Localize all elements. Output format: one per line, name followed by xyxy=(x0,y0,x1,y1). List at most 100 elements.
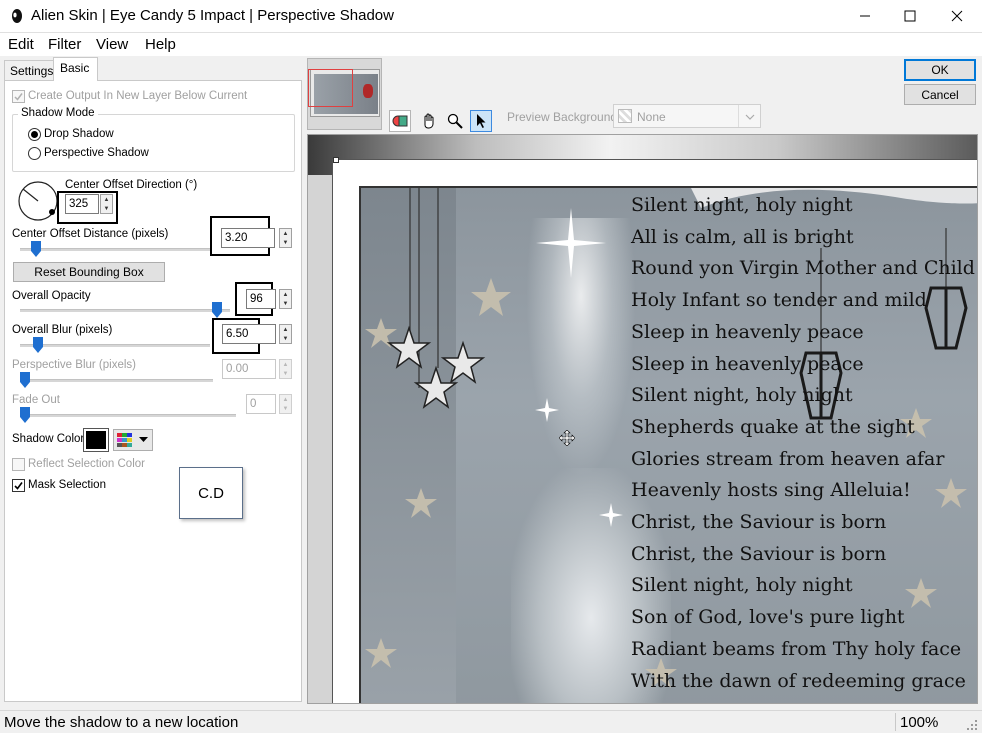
preview-background-label: Preview Background: xyxy=(507,110,621,124)
poem-line: Silent night, holy night xyxy=(631,194,853,216)
overall-blur-input[interactable]: 6.50 xyxy=(222,324,276,344)
perspective-blur-input[interactable]: 0.00 xyxy=(222,359,276,379)
ok-button[interactable]: OK xyxy=(904,59,976,81)
toggle-preview-button[interactable] xyxy=(389,110,411,132)
mask-selection-label: Mask Selection xyxy=(28,479,106,491)
poem-line: With the dawn of redeeming grace xyxy=(631,669,966,692)
center-offset-distance-input[interactable]: 3.20 xyxy=(221,228,275,248)
overall-blur-spinner[interactable]: ▲ ▼ xyxy=(279,324,292,344)
shadow-mode-group xyxy=(12,114,295,172)
perspective-blur-spinner[interactable]: ▲ ▼ xyxy=(279,359,292,379)
transparency-swatch-icon xyxy=(618,109,632,123)
status-bar: Move the shadow to a new location 100% xyxy=(0,710,982,733)
maximize-icon xyxy=(904,10,916,22)
resize-grip-icon[interactable] xyxy=(966,719,978,731)
zoom-tool-button[interactable] xyxy=(444,110,466,132)
basic-settings-panel xyxy=(4,80,302,702)
center-offset-direction-input[interactable]: 325 xyxy=(65,194,99,214)
tab-settings[interactable]: Settings xyxy=(4,60,54,80)
poem-line: Christ, the Saviour is born xyxy=(631,511,887,534)
poem-line: Radiant beams from Thy holy face xyxy=(631,637,962,660)
status-divider xyxy=(895,713,896,731)
center-offset-distance-slider[interactable] xyxy=(30,241,41,257)
minimize-button[interactable] xyxy=(842,0,888,32)
perspective-blur-label: Perspective Blur (pixels) xyxy=(12,359,136,371)
poem-line: Glories stream from heaven afar xyxy=(631,447,945,470)
overall-opacity-input[interactable]: 96 xyxy=(246,289,276,309)
preview-toggle-icon xyxy=(392,115,408,127)
overall-opacity-track xyxy=(20,309,230,312)
window-title: Alien Skin | Eye Candy 5 Impact | Perspe… xyxy=(31,7,394,24)
sparkle-stars xyxy=(535,208,623,527)
shadow-color-swatch[interactable] xyxy=(83,428,109,452)
center-offset-direction-label: Center Offset Direction (°) xyxy=(65,179,198,191)
color-palette-dropdown[interactable] xyxy=(113,429,153,451)
overall-opacity-spinner[interactable]: ▲ ▼ xyxy=(279,289,292,309)
status-message: Move the shadow to a new location xyxy=(4,714,239,731)
drop-shadow-label: Drop Shadow xyxy=(44,128,114,140)
annotation-note: C.D xyxy=(179,467,243,519)
perspective-blur-slider[interactable] xyxy=(20,372,30,388)
chevron-down-icon xyxy=(139,437,148,442)
overall-blur-label: Overall Blur (pixels) xyxy=(12,324,113,336)
tab-basic[interactable]: Basic xyxy=(53,57,98,81)
close-button[interactable] xyxy=(934,0,980,32)
poem-line: All is calm, all is bright xyxy=(631,225,854,248)
preview-area[interactable]: Silent night, holy night All is calm, all… xyxy=(307,134,978,704)
direction-dial[interactable] xyxy=(17,180,59,222)
reflect-selection-color-checkbox[interactable] xyxy=(12,458,25,471)
shadow-color-label: Shadow Color xyxy=(12,433,85,445)
menu-edit[interactable]: Edit xyxy=(8,36,34,53)
dropdown-divider xyxy=(738,105,739,127)
hand-icon xyxy=(424,113,434,129)
move-cursor-icon xyxy=(559,430,575,446)
shadow-mode-label: Shadow Mode xyxy=(18,107,98,119)
center-offset-distance-spinner[interactable]: ▲ ▼ xyxy=(279,228,292,248)
minimize-icon xyxy=(860,15,870,17)
poem-line: Christ, the Saviour is born xyxy=(631,542,887,565)
menu-filter[interactable]: Filter xyxy=(48,36,81,53)
magnifier-icon xyxy=(447,113,463,129)
selection-tool-button[interactable] xyxy=(470,110,492,132)
maximize-button[interactable] xyxy=(887,0,933,32)
zoom-level: 100% xyxy=(900,714,939,731)
preview-background-dropdown[interactable]: None xyxy=(613,104,761,128)
center-offset-direction-spinner[interactable]: ▲ ▼ xyxy=(100,194,113,214)
overall-opacity-slider[interactable] xyxy=(212,302,222,318)
fade-out-input[interactable]: 0 xyxy=(246,394,276,414)
menu-help[interactable]: Help xyxy=(145,36,176,53)
menu-view[interactable]: View xyxy=(96,36,128,53)
poem-line: Holy Infant so tender and mild xyxy=(631,289,927,312)
reset-bounding-box-button[interactable]: Reset Bounding Box xyxy=(13,262,165,282)
create-output-checkbox[interactable] xyxy=(12,90,25,103)
arrow-pointer-icon xyxy=(477,114,486,128)
fade-out-slider[interactable] xyxy=(20,407,30,423)
navigator-viewport-box[interactable] xyxy=(308,69,353,107)
title-bar: Alien Skin | Eye Candy 5 Impact | Perspe… xyxy=(0,0,982,33)
drop-shadow-radio[interactable] xyxy=(28,128,41,141)
poem-line: Round yon Virgin Mother and Child xyxy=(631,257,975,280)
poem-line: Heavenly hosts sing Alleluia! xyxy=(631,479,911,502)
poem-line: Shepherds quake at the sight xyxy=(631,415,915,438)
fade-out-spinner[interactable]: ▲ ▼ xyxy=(279,394,292,414)
hand-tool-button[interactable] xyxy=(418,110,440,132)
overall-blur-slider[interactable] xyxy=(32,337,43,353)
chevron-down-icon xyxy=(745,114,755,120)
shadow-color-fill xyxy=(86,431,106,449)
perspective-blur-track xyxy=(20,379,213,382)
color-grid-icon xyxy=(117,433,132,447)
poem-line: Silent night, holy night xyxy=(631,574,853,597)
perspective-shadow-radio[interactable] xyxy=(28,147,41,160)
fade-out-track xyxy=(20,414,236,417)
image-canvas: Silent night, holy night All is calm, all… xyxy=(359,186,977,703)
fade-out-label: Fade Out xyxy=(12,394,60,406)
center-offset-distance-track xyxy=(20,248,210,251)
poem-text-block: Silent night, holy night All is calm, all… xyxy=(631,190,977,697)
checkmark-icon xyxy=(14,93,23,101)
close-icon xyxy=(951,10,963,22)
mask-selection-checkbox[interactable] xyxy=(12,479,25,492)
cancel-button[interactable]: Cancel xyxy=(904,84,976,105)
menu-bar: Edit Filter View Help xyxy=(0,33,982,56)
bounding-box-handle[interactable] xyxy=(333,157,339,163)
create-output-label: Create Output In New Layer Below Current xyxy=(28,90,248,102)
